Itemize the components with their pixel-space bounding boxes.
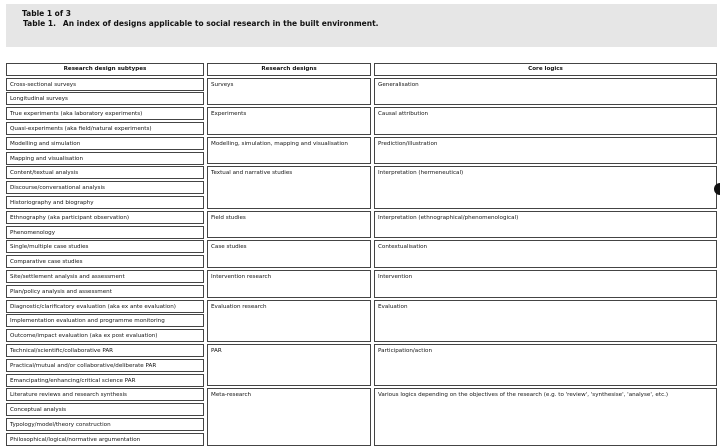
column-header-subtypes: Research design subtypes — [6, 63, 204, 76]
design-cell: Textual and narrative studies — [207, 166, 371, 209]
column-header-logics: Core logics — [374, 63, 717, 76]
subtype-cell: Ethnography (aka participant observation… — [6, 210, 204, 224]
column-header-designs: Research designs — [207, 63, 371, 76]
design-cell: Field studies — [207, 210, 371, 239]
logic-cell: Contextualisation — [374, 240, 717, 269]
subtype-cell: Discourse/conversational analysis — [6, 181, 204, 195]
subtype-cell: Content/textual analysis — [6, 166, 204, 180]
subtype-cell: Diagnostic/clarificatory evaluation (aka… — [6, 299, 204, 313]
logic-cell: Intervention — [374, 269, 717, 298]
subtype-cell: Implementation evaluation and programme … — [6, 314, 204, 328]
design-cell: Intervention research — [207, 269, 371, 298]
table-label: Table 1. — [23, 19, 56, 28]
design-cell: Meta-research — [207, 388, 371, 446]
subtype-cell: Plan/policy analysis and assessment — [6, 284, 204, 298]
design-cell: Evaluation research — [207, 299, 371, 343]
logic-cell: Causal attribution — [374, 107, 717, 135]
subtype-cell: Modelling and simulation — [6, 136, 204, 150]
subtype-cell: Quasi-experiments (aka field/natural exp… — [6, 121, 204, 135]
table-title-text: An index of designs applicable to social… — [62, 19, 379, 28]
subtype-cell: Longitudinal surveys — [6, 92, 204, 106]
subtype-cell: Typology/model/theory construction — [6, 417, 204, 431]
subtype-cell: Technical/scientific/collaborative PAR — [6, 343, 204, 357]
logic-cell: Interpretation (ethnographical/phenomeno… — [374, 210, 717, 239]
design-cell: Experiments — [207, 107, 371, 135]
subtype-cell: Site/settlement analysis and assessment — [6, 269, 204, 283]
design-cell: Surveys — [207, 77, 371, 106]
designs-table: Research design subtypes Cross-sectional… — [6, 63, 717, 447]
logic-cell: Various logics depending on the objectiv… — [374, 388, 717, 446]
logic-cell: Generalisation — [374, 77, 717, 106]
logic-cell: Evaluation — [374, 299, 717, 343]
subtype-cell: Mapping and visualisation — [6, 151, 204, 165]
design-cell: Modelling, simulation, mapping and visua… — [207, 136, 371, 165]
subtype-cell: Emancipating/enhancing/critical science … — [6, 373, 204, 387]
subtype-cell: Outcome/impact evaluation (aka ex post e… — [6, 329, 204, 343]
subtype-cell: Comparative case studies — [6, 255, 204, 269]
subtype-cell: Conceptual analysis — [6, 403, 204, 417]
subtype-cell: Philosophical/logical/normative argument… — [6, 432, 204, 446]
logic-cell: Prediction/illustration — [374, 136, 717, 165]
subtype-cell: Single/multiple case studies — [6, 240, 204, 254]
subtype-cell: Historiography and biography — [6, 195, 204, 209]
logic-cell: Interpretation (hermeneutical) — [374, 166, 717, 209]
side-expand-control[interactable] — [714, 183, 720, 195]
subtype-cell: Cross-sectional surveys — [6, 77, 204, 91]
subtype-cell: Phenomenology — [6, 225, 204, 239]
design-cell: PAR — [207, 343, 371, 387]
subtype-cell: True experiments (aka laboratory experim… — [6, 107, 204, 121]
subtype-cell: Practical/mutual and/or collaborative/de… — [6, 358, 204, 372]
subtype-cell: Literature reviews and research synthesi… — [6, 388, 204, 402]
table-counter: Table 1 of 3 — [22, 9, 71, 18]
table-title: Table 1. An index of designs applicable t… — [23, 19, 379, 28]
table-caption: Table 1 of 3 Table 1. An index of designs… — [6, 4, 717, 47]
logic-cell: Participation/action — [374, 343, 717, 387]
design-cell: Case studies — [207, 240, 371, 269]
